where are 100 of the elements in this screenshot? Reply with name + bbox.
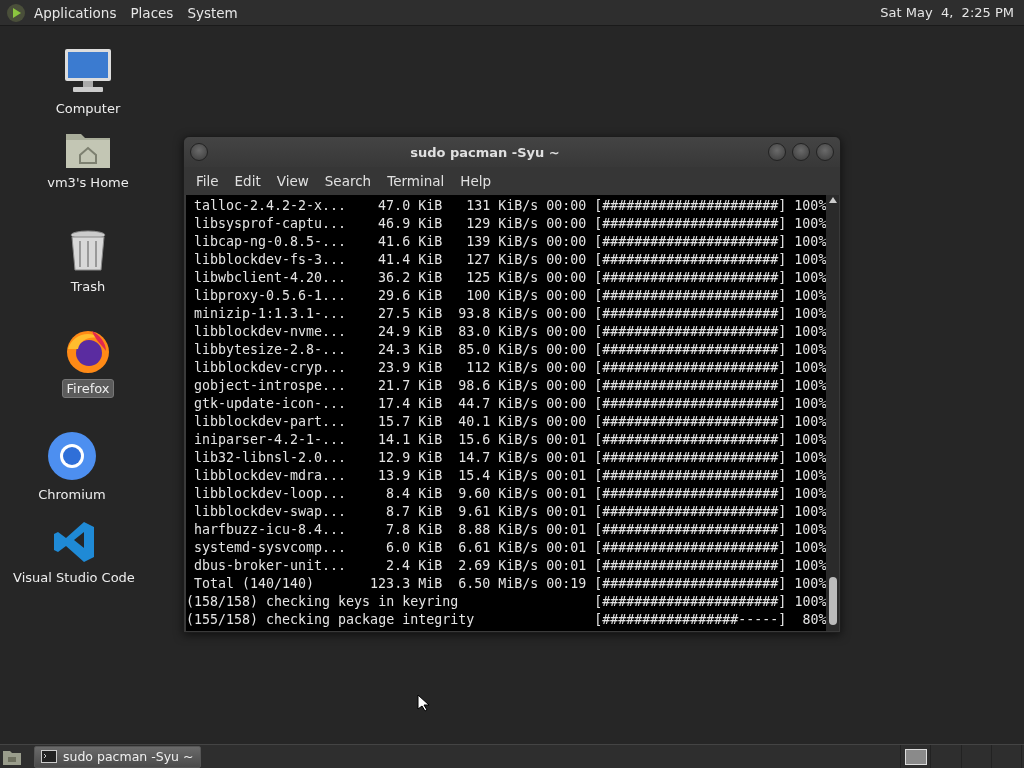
download-size: 27.5 KiB <box>377 305 443 323</box>
progress-bar-text: [######################] <box>593 341 787 359</box>
panel-menu[interactable]: System <box>181 1 244 24</box>
download-time: 00:00 <box>545 305 587 323</box>
download-rate: 15.6 KiB/s <box>457 431 539 449</box>
download-size: 6.0 KiB <box>385 539 443 557</box>
progress-bar-text: [######################] <box>593 359 787 377</box>
progress-bar-text: [#################-----] <box>593 611 787 629</box>
scroll-up-icon[interactable] <box>828 197 837 203</box>
progress-percent: 100% <box>793 503 827 521</box>
progress-percent: 100% <box>793 395 827 413</box>
progress-bar-text: [######################] <box>593 593 787 611</box>
desktop-icon-label[interactable]: Trash <box>66 277 110 296</box>
download-rate: 139 KiB/s <box>465 233 539 251</box>
download-time: 00:00 <box>545 197 587 215</box>
desktop-icon-label[interactable]: Chromium <box>34 485 110 504</box>
download-rate: 15.4 KiB/s <box>457 467 539 485</box>
scrollbar[interactable] <box>826 195 839 631</box>
package-name: harfbuzz-icu-8.4... <box>193 521 348 539</box>
desktop-icon-label[interactable]: Firefox <box>62 379 114 398</box>
package-name: libbytesize-2.8-... <box>193 341 348 359</box>
minimize-button[interactable] <box>768 143 786 161</box>
download-size: 36.2 KiB <box>377 269 443 287</box>
progress-percent: 100% <box>793 557 827 575</box>
menu-item[interactable]: View <box>268 170 317 192</box>
download-time: 00:19 <box>545 575 587 593</box>
download-rate: 8.88 KiB/s <box>457 521 539 539</box>
download-time: 00:01 <box>545 557 587 575</box>
download-rate: 83.0 KiB/s <box>457 323 539 341</box>
download-size: 8.7 KiB <box>385 503 443 521</box>
download-time: 00:01 <box>545 467 587 485</box>
download-time: 00:00 <box>545 287 587 305</box>
desktop-icon-label[interactable]: Computer <box>51 99 125 118</box>
clock[interactable]: Sat May 4, 2:25 PM <box>876 2 1018 23</box>
progress-percent: 100% <box>793 485 827 503</box>
download-time: 00:00 <box>545 377 587 395</box>
download-rate: 2.69 KiB/s <box>457 557 539 575</box>
status-message: (158/158) checking keys in keyring <box>186 593 460 611</box>
progress-percent: 100% <box>793 593 827 611</box>
download-time: 00:01 <box>545 485 587 503</box>
package-name: libsysprof-captu... <box>193 215 348 233</box>
package-name: libblockdev-nvme... <box>193 323 348 341</box>
progress-bar-text: [######################] <box>593 503 787 521</box>
download-rate: 14.7 KiB/s <box>457 449 539 467</box>
progress-bar-text: [######################] <box>593 215 787 233</box>
download-rate: 85.0 KiB/s <box>457 341 539 359</box>
download-time: 00:00 <box>545 215 587 233</box>
computer-icon <box>63 47 113 95</box>
panel-menu[interactable]: Applications <box>28 1 123 24</box>
progress-percent: 100% <box>793 377 827 395</box>
progress-percent: 100% <box>793 305 827 323</box>
progress-percent: 100% <box>793 251 827 269</box>
desktop-icon-label[interactable]: Visual Studio Code <box>9 568 139 587</box>
package-name: libblockdev-mdra... <box>193 467 348 485</box>
window-menu-button[interactable] <box>190 143 208 161</box>
window-title: sudo pacman -Syu ~ <box>409 144 561 160</box>
package-name: libblockdev-part... <box>193 413 348 431</box>
scrollbar-thumb[interactable] <box>828 577 837 625</box>
progress-percent: 100% <box>793 341 827 359</box>
menu-item[interactable]: Search <box>316 170 380 192</box>
package-name: libblockdev-loop... <box>193 485 348 503</box>
status-message: (155/158) checking package integrity <box>186 611 476 629</box>
maximize-button[interactable] <box>792 143 810 161</box>
download-time: 00:00 <box>545 233 587 251</box>
package-name: gtk-update-icon-... <box>193 395 348 413</box>
app-menu-icon[interactable] <box>6 2 26 23</box>
progress-bar-text: [######################] <box>593 269 787 287</box>
download-time: 00:01 <box>545 449 587 467</box>
taskbar-task[interactable]: sudo pacman -Syu ~ <box>34 745 201 768</box>
package-name: systemd-sysvcomp... <box>193 539 348 557</box>
download-time: 00:01 <box>545 503 587 521</box>
menu-item[interactable]: Help <box>452 170 500 192</box>
download-rate: 6.50 MiB/s <box>457 575 539 593</box>
download-size: 46.9 KiB <box>377 215 443 233</box>
download-time: 00:00 <box>545 395 587 413</box>
progress-bar-text: [######################] <box>593 575 787 593</box>
menu-item[interactable]: File <box>188 170 227 192</box>
progress-bar-text: [######################] <box>593 287 787 305</box>
workspace-switcher[interactable] <box>900 744 1022 768</box>
package-name: gobject-introspe... <box>193 377 348 395</box>
download-time: 00:01 <box>545 521 587 539</box>
close-button[interactable] <box>816 143 834 161</box>
panel-menu[interactable]: Places <box>124 1 180 24</box>
desktop-icon-label[interactable]: vm3's Home <box>43 173 133 192</box>
download-rate: 112 KiB/s <box>465 359 539 377</box>
package-name: lib32-libnsl-2.0... <box>193 449 348 467</box>
download-size: 15.7 KiB <box>377 413 443 431</box>
download-size: 2.4 KiB <box>385 557 443 575</box>
progress-percent: 100% <box>793 197 827 215</box>
download-time: 00:00 <box>545 251 587 269</box>
progress-bar-text: [######################] <box>593 233 787 251</box>
download-time: 00:00 <box>545 323 587 341</box>
progress-bar-text: [######################] <box>593 305 787 323</box>
download-size: 41.6 KiB <box>377 233 443 251</box>
menu-item[interactable]: Terminal <box>379 170 453 192</box>
package-name: dbus-broker-unit... <box>193 557 348 575</box>
menu-item[interactable]: Edit <box>226 170 269 192</box>
download-size: 24.9 KiB <box>377 323 443 341</box>
download-size: 14.1 KiB <box>377 431 443 449</box>
progress-bar-text: [######################] <box>593 323 787 341</box>
